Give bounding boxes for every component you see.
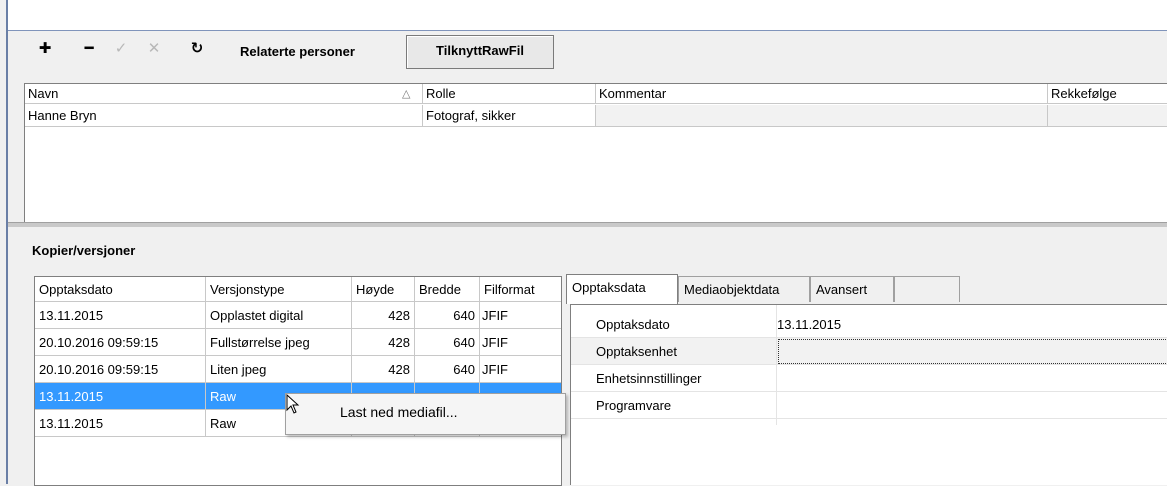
table-cell-format[interactable]: JFIF (480, 329, 561, 356)
x-icon[interactable]: ✕ (145, 40, 163, 58)
recording-details-panel: Opptaksdato 13.11.2015 Opptaksenhet Enhe… (570, 304, 1167, 485)
table-cell-bredde[interactable]: 640 (415, 302, 480, 329)
column-header-rolle[interactable]: Rolle (423, 84, 596, 104)
column-header-navn[interactable]: Navn △ (25, 84, 423, 104)
detail-row: Opptaksdato 13.11.2015 (571, 311, 1167, 338)
mouse-pointer-icon (286, 394, 300, 414)
table-cell-type[interactable]: Opplastet digital (206, 302, 352, 329)
column-separator (776, 305, 777, 425)
table-cell-bredde[interactable]: 640 (415, 356, 480, 383)
table-cell-hoyde[interactable]: 428 (352, 302, 415, 329)
minus-icon[interactable]: ━ (80, 40, 98, 58)
detail-row: Enhetsinnstillinger (571, 365, 1167, 392)
top-panel (8, 0, 1167, 31)
table-cell-hoyde[interactable]: 428 (352, 356, 415, 383)
table-cell-dato[interactable]: 13.11.2015 (35, 302, 206, 329)
column-header-kommentar[interactable]: Kommentar (596, 84, 1048, 104)
table-cell-kommentar[interactable] (596, 105, 1048, 127)
detail-label: Programvare (596, 398, 672, 413)
table-cell-rekkefolge[interactable] (1048, 105, 1167, 127)
table-cell-navn[interactable]: Hanne Bryn (25, 105, 423, 127)
plus-icon[interactable]: ✚ (36, 40, 54, 58)
opptaksenhet-input-focus[interactable] (778, 339, 1167, 364)
detail-row: Programvare (571, 392, 1167, 419)
versions-grid: Opptaksdato Versjonstype Høyde Bredde Fi… (34, 276, 562, 486)
table-cell-format[interactable]: JFIF (480, 302, 561, 329)
table-cell-type[interactable]: Liten jpeg (206, 356, 352, 383)
sort-ascending-icon: △ (402, 88, 411, 100)
table-cell-format[interactable]: JFIF (480, 356, 561, 383)
attach-raw-file-button[interactable]: TilknyttRawFil (406, 35, 554, 69)
related-persons-grid: Navn △ Rolle Kommentar Rekkefølge Hanne … (24, 83, 1167, 223)
refresh-icon[interactable]: ↻ (188, 40, 206, 58)
download-media-file-menu-item[interactable]: Last ned mediafil... (340, 404, 458, 420)
table-cell-rolle[interactable]: Fotograf, sikker (423, 105, 596, 127)
tab-empty[interactable] (894, 276, 960, 302)
column-header-hoyde[interactable]: Høyde (352, 277, 415, 302)
table-cell-dato[interactable]: 13.11.2015 (35, 383, 206, 410)
related-persons-label: Relaterte personer (240, 44, 355, 59)
table-cell-type[interactable]: Fullstørrelse jpeg (206, 329, 352, 356)
table-cell-dato[interactable]: 20.10.2016 09:59:15 (35, 329, 206, 356)
detail-label: Enhetsinnstillinger (596, 371, 702, 386)
versions-section-title: Kopier/versjoner (32, 243, 136, 258)
tab-mediaobjektdata[interactable]: Mediaobjektdata (678, 276, 810, 302)
column-header-filformat[interactable]: Filformat (480, 277, 561, 302)
column-header-bredde[interactable]: Bredde (415, 277, 480, 302)
tab-avansert[interactable]: Avansert (810, 276, 894, 302)
detail-value[interactable]: 13.11.2015 (777, 311, 841, 338)
column-header-opptaksdato[interactable]: Opptaksdato (35, 277, 206, 302)
column-header-versjonstype[interactable]: Versjonstype (206, 277, 352, 302)
table-cell-bredde[interactable]: 640 (415, 329, 480, 356)
pencil-icon[interactable]: ✓ (112, 40, 130, 58)
tab-opptaksdata[interactable]: Opptaksdata (566, 274, 678, 304)
detail-label: Opptaksdato (596, 317, 670, 332)
context-menu: Last ned mediafil... (285, 393, 566, 435)
table-cell-hoyde[interactable]: 428 (352, 329, 415, 356)
detail-label: Opptaksenhet (596, 344, 677, 359)
column-header-rekkefolge[interactable]: Rekkefølge (1048, 84, 1167, 104)
table-cell-dato[interactable]: 20.10.2016 09:59:15 (35, 356, 206, 383)
table-cell-dato[interactable]: 13.11.2015 (35, 410, 206, 437)
details-tab-strip: Opptaksdata Mediaobjektdata Avansert (566, 274, 1167, 304)
splitter[interactable] (8, 222, 1167, 227)
